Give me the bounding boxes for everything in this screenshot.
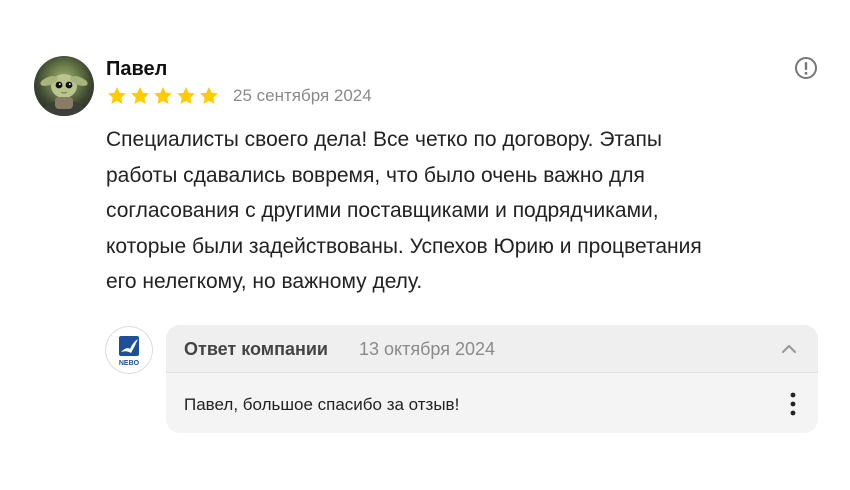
review-text-line: которые были задействованы. Успехов Юрию… xyxy=(106,234,702,258)
company-logo-bird: NEBO xyxy=(119,336,140,367)
star-icon xyxy=(198,85,220,107)
review-rating-row: 25 сентября 2024 xyxy=(106,84,372,108)
company-reply: Ответ компании 13 октября 2024 Павел, бо… xyxy=(166,325,818,433)
review-date: 25 сентября 2024 xyxy=(233,86,372,105)
star-icon xyxy=(129,85,151,107)
company-logo-text: NEBO xyxy=(119,360,140,367)
review-text-line: согласования с другими поставщиками и по… xyxy=(106,199,659,222)
star-icon xyxy=(106,85,128,107)
company-reply-title: Ответ компании xyxy=(184,339,328,359)
more-vertical-icon[interactable] xyxy=(784,390,802,418)
review-text-line: его нелегкому, но важному делу. xyxy=(106,270,423,293)
star-icon xyxy=(152,85,174,107)
review-text-line: работы сдавались вовремя, что было очень… xyxy=(106,163,645,187)
star-rating xyxy=(106,85,220,107)
review-text: Специалисты своего дела! Все четко по до… xyxy=(106,122,806,300)
review-text-line: Специалисты своего дела! Все четко по до… xyxy=(106,128,662,151)
review-author-name[interactable]: Павел xyxy=(106,58,167,81)
company-reply-header[interactable]: Ответ компании 13 октября 2024 xyxy=(166,325,818,373)
star-icon xyxy=(175,85,197,107)
chevron-up-icon[interactable] xyxy=(778,338,800,360)
company-reply-date: 13 октября 2024 xyxy=(359,339,496,359)
info-circle-icon[interactable] xyxy=(794,56,818,80)
avatar-image xyxy=(40,74,88,116)
company-logo[interactable]: NEBO xyxy=(106,327,152,373)
company-reply-text: Павел, большое спасибо за отзыв! xyxy=(184,395,460,414)
user-avatar[interactable] xyxy=(34,56,94,116)
